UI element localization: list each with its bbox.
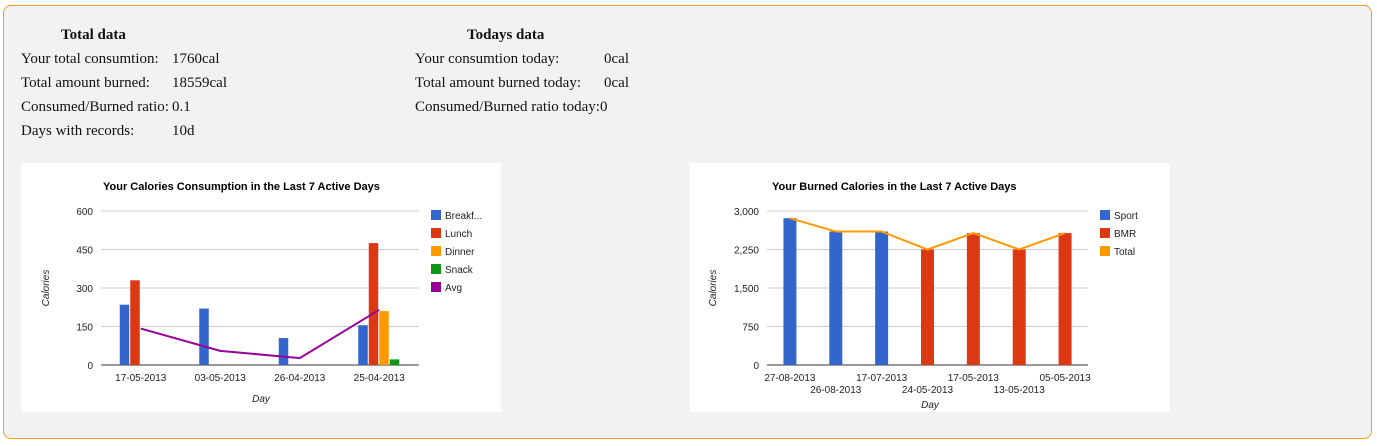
total-ratio-value: 0.1: [172, 99, 191, 115]
y-tick-label: 3,000: [734, 207, 759, 218]
x-axis-title: Day: [252, 394, 271, 405]
x-tick-label: 13-05-2013: [994, 385, 1046, 396]
y-tick-label: 300: [76, 284, 93, 295]
legend-swatch: [431, 264, 441, 274]
y-tick-label: 0: [753, 361, 759, 372]
total-data-title: Total data: [61, 27, 126, 43]
y-axis-title: Calories: [41, 270, 52, 307]
line-avg: [140, 308, 380, 360]
burned-chart-card: Your Burned Calories in the Last 7 Activ…: [690, 163, 1170, 412]
x-axis-title: Day: [921, 400, 940, 411]
bar-bmr-13-05-2013: [1012, 249, 1026, 365]
y-tick-label: 750: [742, 323, 759, 334]
legend-swatch: [431, 246, 441, 256]
legend-label: Breakf...: [445, 211, 482, 222]
today-burned-value: 0cal: [604, 75, 629, 91]
x-tick-label: 24-05-2013: [902, 385, 954, 396]
bar-breakf-25-04-2013: [358, 325, 368, 365]
total-consumption-label: Your total consumtion:: [21, 51, 159, 67]
bar-snack-25-04-2013: [389, 359, 400, 365]
chart-title: Your Burned Calories in the Last 7 Activ…: [772, 181, 1017, 193]
x-tick-label: 27-08-2013: [764, 373, 816, 384]
today-ratio-value: 0: [600, 99, 608, 115]
x-tick-label: 17-07-2013: [856, 373, 908, 384]
bar-bmr-17-05-2013: [966, 233, 980, 365]
x-tick-label: 17-05-2013: [948, 373, 1000, 384]
x-tick-label: 25-04-2013: [354, 373, 406, 384]
legend-swatch: [1100, 210, 1110, 220]
legend-swatch: [431, 210, 441, 220]
y-tick-label: 0: [87, 361, 93, 372]
y-tick-label: 150: [76, 323, 93, 334]
today-consumption-label: Your consumtion today:: [415, 51, 560, 67]
legend-label: Dinner: [445, 247, 475, 258]
today-data-title: Todays data: [467, 27, 545, 43]
today-ratio-label: Consumed/Burned ratio today:: [415, 99, 600, 115]
bar-lunch-25-04-2013: [368, 243, 379, 365]
bar-dinner-25-04-2013: [379, 311, 389, 365]
x-tick-label: 17-05-2013: [115, 373, 167, 384]
legend-label: Avg: [445, 283, 462, 294]
legend-label: Sport: [1114, 211, 1138, 222]
y-tick-label: 450: [76, 246, 93, 257]
y-axis-title: Calories: [708, 270, 719, 307]
total-burned-value: 18559cal: [172, 75, 227, 91]
x-tick-label: 05-05-2013: [1039, 373, 1091, 384]
bar-lunch-17-05-2013: [130, 280, 140, 365]
bar-sport-27-08-2013: [783, 218, 797, 365]
total-burned-label: Total amount burned:: [21, 75, 150, 91]
legend-label: Snack: [445, 265, 474, 276]
burned-chart: Your Burned Calories in the Last 7 Activ…: [708, 181, 1138, 411]
total-ratio-label: Consumed/Burned ratio:: [21, 99, 169, 115]
days-with-records-label: Days with records:: [21, 123, 135, 139]
bar-breakf-17-05-2013: [119, 304, 130, 365]
bar-bmr-05-05-2013: [1058, 233, 1072, 365]
y-tick-label: 2,250: [734, 246, 759, 257]
bar-sport-17-07-2013: [875, 231, 889, 365]
consumption-chart: Your Calories Consumption in the Last 7 …: [41, 181, 482, 405]
x-tick-label: 26-08-2013: [810, 385, 862, 396]
legend-label: Total: [1114, 247, 1135, 258]
today-burned-label: Total amount burned today:: [415, 75, 581, 91]
legend-swatch: [1100, 228, 1110, 238]
x-tick-label: 03-05-2013: [195, 373, 247, 384]
x-tick-label: 26-04-2013: [274, 373, 326, 384]
total-consumption-value: 1760cal: [172, 51, 220, 67]
legend-label: Lunch: [445, 229, 472, 240]
days-with-records-value: 10d: [172, 123, 195, 139]
y-tick-label: 600: [76, 207, 93, 218]
legend-swatch: [431, 282, 441, 292]
chart-title: Your Calories Consumption in the Last 7 …: [103, 181, 380, 193]
bar-sport-26-08-2013: [829, 231, 843, 365]
bar-breakf-26-04-2013: [278, 338, 289, 365]
y-tick-label: 1,500: [734, 284, 759, 295]
bar-bmr-24-05-2013: [921, 249, 934, 365]
consumption-chart-card: Your Calories Consumption in the Last 7 …: [21, 163, 501, 412]
today-consumption-value: 0cal: [604, 51, 629, 67]
legend-label: BMR: [1114, 229, 1136, 240]
legend-swatch: [1100, 246, 1110, 256]
legend-swatch: [431, 228, 441, 238]
bar-breakf-03-05-2013: [199, 308, 209, 365]
